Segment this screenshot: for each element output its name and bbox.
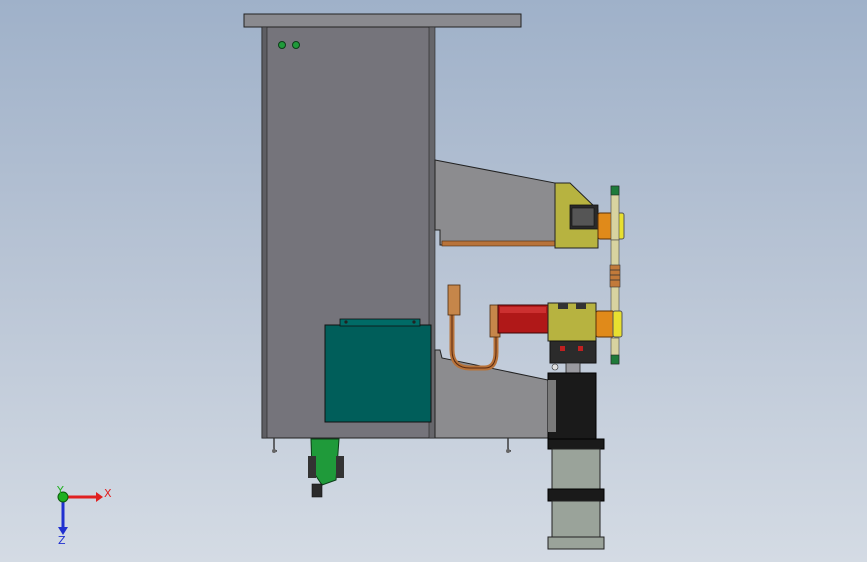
cylinder-collar-mid (547, 488, 605, 502)
valve-red-2 (578, 346, 583, 351)
transformer-highlight (500, 307, 546, 313)
cabinet-top-cap[interactable] (243, 13, 522, 28)
cylinder-head-face (548, 380, 556, 432)
cylinder-collar-top (547, 438, 605, 450)
indicator-light-2[interactable] (292, 41, 300, 49)
copper-terminal (447, 284, 461, 316)
axis-x-label: X (104, 487, 112, 500)
upper-clamp-ring (571, 207, 595, 227)
axis-x-arrowhead (96, 492, 103, 502)
lower-electrode-cap[interactable] (595, 310, 615, 338)
cabinet-side-edge (261, 26, 268, 439)
electrode-rod-top-tip (610, 185, 620, 196)
upper-arm[interactable] (434, 159, 556, 246)
valve-fitting (551, 363, 559, 371)
axis-y-label: Y (56, 484, 64, 497)
foot-pedal-base (308, 456, 316, 478)
mount-hook-right (507, 438, 512, 452)
cylinder-base (547, 536, 605, 550)
lower-clamp-notch (558, 303, 568, 309)
welder-model-drawing: X Y Z (56, 13, 625, 550)
electrode-spring (609, 264, 621, 288)
control-box[interactable] (324, 324, 432, 423)
cad-viewport[interactable]: X Y Z (0, 0, 867, 562)
electrode-rod-bottom-tip (610, 354, 620, 365)
valve-manifold[interactable] (549, 340, 597, 364)
mount-hook-left (273, 438, 278, 452)
axis-z-label: Z (58, 534, 66, 547)
axis-triad: X Y Z (56, 484, 112, 547)
lower-electrode-clamp[interactable] (547, 302, 597, 342)
cylinder-barrel-lower[interactable] (551, 500, 601, 538)
cylinder-barrel-upper[interactable] (551, 448, 601, 490)
upper-copper-bar (441, 240, 556, 247)
valve-stem (565, 362, 581, 374)
foot-pedal-connector (311, 483, 323, 498)
lower-clamp-notch-2 (576, 303, 586, 309)
valve-red-1 (560, 346, 565, 351)
foot-pedal-base-2 (336, 456, 344, 478)
lower-electrode-ring (612, 310, 623, 338)
control-box-lid (339, 318, 421, 327)
indicator-light-1[interactable] (278, 41, 286, 49)
